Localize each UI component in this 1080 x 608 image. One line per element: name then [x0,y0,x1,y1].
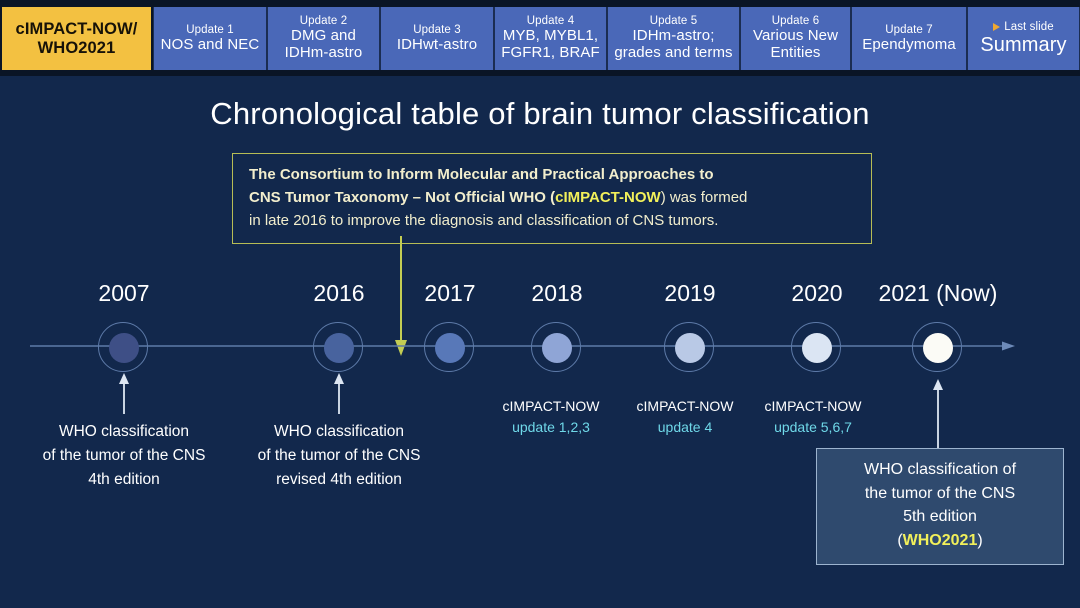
who-2016-line2: of the tumor of the CNS [257,447,421,465]
who-2007-line1: WHO classification [58,423,190,440]
tab-update-3[interactable]: Update 3 IDHwt-astro [380,7,494,70]
node-dot [542,333,572,363]
annotation-cimpact-2018: cIMPACT-NOW update 1,2,3 [503,396,600,438]
box2021-highlight-who2021: WHO2021 [902,532,978,550]
who-2016-line3: revised 4th edition [276,471,402,489]
year-label-2018: 2018 [531,280,583,306]
tab-label-line2: Various New [752,27,839,45]
year-label-2020: 2020 [791,280,843,306]
annotation-who-2007: WHO classification of the tumor of the C… [43,420,206,492]
year-label-2019: 2019 [664,280,716,306]
tab-label-line2: IDHwt-astro [396,35,478,53]
timeline-node-2007[interactable] [98,322,150,374]
up-arrow-2016 [334,373,344,414]
tab-label-line2: NOS and NEC [160,35,260,53]
timeline-node-2020[interactable] [791,322,843,374]
tab-label-line3: IDHm-astro [284,43,363,61]
box2021-line1: WHO classification of [863,461,1017,478]
tab-update-6[interactable]: Update 6 Various New Entities [740,7,851,70]
page-title: Chronological table of brain tumor class… [210,96,870,131]
cimpact-2020-update: update 5,6,7 [774,419,852,435]
annotation-cimpact-2019: cIMPACT-NOW update 4 [637,396,734,438]
box2021-paren-close: ) [977,532,983,550]
callout-line2-prefix: CNS Tumor Taxonomy – Not Official WHO ( [249,188,556,206]
year-label-2007: 2007 [98,280,150,306]
up-arrow-2007 [119,373,129,414]
up-arrow-2021 [933,379,943,450]
tab-update-4[interactable]: Update 4 MYB, MYBL1, FGFR1, BRAF [494,7,607,70]
tab-label-line1: Update 7 [885,23,933,36]
box2021-line2: the tumor of the CNS [864,484,1016,502]
callout-line-3: in late 2016 to improve the diagnosis an… [249,210,857,233]
cimpact-2020-title: cIMPACT-NOW [764,398,862,414]
tab-label-line3: grades and terms [614,43,733,61]
navigation-tab-bar: cIMPACT-NOW/ WHO2021 Update 1 NOS and NE… [0,0,1080,76]
annotation-who-2016: WHO classification of the tumor of the C… [258,420,421,492]
cimpact-now-definition-callout: The Consortium to Inform Molecular and P… [232,153,872,245]
tab-summary[interactable]: Last slide Summary [967,7,1080,70]
tab-label-line3: FGFR1, BRAF [501,43,600,61]
tab-label-line2: Summary [980,33,1067,56]
tab-label-line2: WHO2021 [37,38,116,57]
who-2007-line2: of the tumor of the CNS [42,447,206,465]
cimpact-2019-title: cIMPACT-NOW [636,398,734,414]
timeline-node-2016[interactable] [313,322,365,374]
tab-label-line1: cIMPACT-NOW/ [15,20,138,39]
tab-label-line2: MYB, MYBL1, [502,27,599,45]
tab-label-line3: Entities [770,43,821,61]
node-dot [109,333,139,363]
callout-line-1: The Consortium to Inform Molecular and P… [249,164,857,187]
timeline-axis-arrowhead [1002,341,1015,351]
node-dot [802,333,832,363]
year-label-2021: 2021 (Now) [878,280,998,306]
node-dot [923,333,953,363]
tab-label-line2: DMG and [291,27,356,45]
play-triangle-icon [993,23,1001,32]
who-2016-line1: WHO classification [273,423,405,440]
tab-update-1[interactable]: Update 1 NOS and NEC [153,7,267,70]
timeline-node-2017[interactable] [424,322,476,374]
node-dot [435,333,465,363]
who-2007-line3: 4th edition [88,471,160,489]
slide-canvas: cIMPACT-NOW/ WHO2021 Update 1 NOS and NE… [0,0,1080,608]
timeline-node-2018[interactable] [531,322,583,374]
callout-line3-text: in late 2016 to improve the diagnosis an… [249,211,719,229]
tab-label-line1: Update 1 [186,23,234,36]
cimpact-2018-update: update 1,2,3 [512,419,590,435]
tab-update-5[interactable]: Update 5 IDHm-astro; grades and terms [607,7,740,70]
callout-line1-text: The Consortium to Inform Molecular and P… [249,166,714,183]
box2021-line4: (WHO2021) [823,529,1057,553]
year-label-2016: 2016 [313,280,365,306]
node-dot [324,333,354,363]
annotation-cimpact-2020: cIMPACT-NOW update 5,6,7 [765,396,862,438]
tab-update-7[interactable]: Update 7 Ependymoma [851,7,967,70]
cimpact-2018-title: cIMPACT-NOW [502,398,600,414]
tab-cimpact-who2021[interactable]: cIMPACT-NOW/ WHO2021 [0,7,153,70]
timeline-node-2021[interactable] [912,322,964,374]
tab-label-line1: Update 3 [413,23,461,36]
box2021-line3: 5th edition [903,508,977,526]
node-dot [675,333,705,363]
tab-label-line2: Ependymoma [862,35,956,53]
callout-line-2: CNS Tumor Taxonomy – Not Official WHO (c… [249,187,857,210]
annotation-box-who2021: WHO classification of the tumor of the C… [816,448,1064,565]
callout-line2-suffix: ) was formed [660,188,748,206]
last-slide-row: Last slide [993,21,1054,34]
year-label-2017: 2017 [424,280,476,306]
tab-label-line2: IDHm-astro; [632,27,715,45]
cimpact-2019-update: update 4 [657,419,713,435]
tab-label-line1: Last slide [1004,20,1054,33]
callout-highlight-cimpact-now: cIMPACT-NOW [555,188,661,206]
timeline-node-2019[interactable] [664,322,716,374]
tab-update-2[interactable]: Update 2 DMG and IDHm-astro [267,7,380,70]
